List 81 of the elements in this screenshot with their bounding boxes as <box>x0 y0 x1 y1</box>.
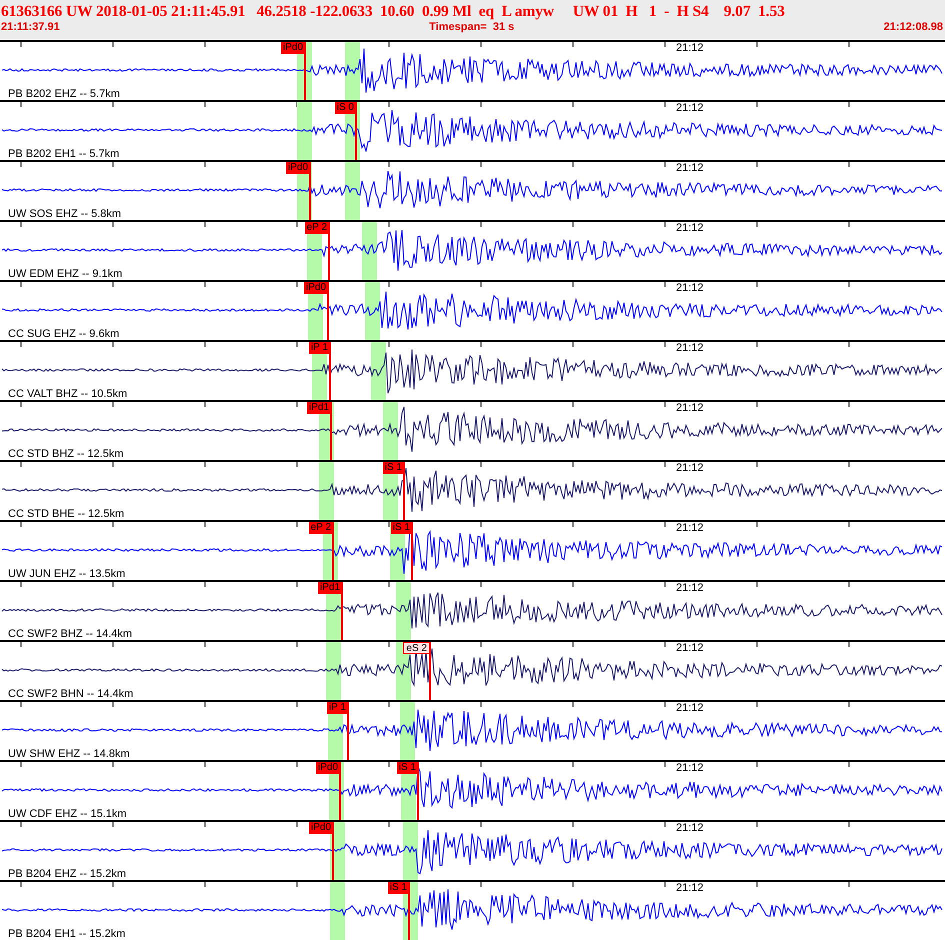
pick-window-band <box>396 582 411 640</box>
time-label: 21:12 <box>676 102 704 114</box>
time-label: 21:12 <box>676 42 704 54</box>
phase-pick-label[interactable]: iP 1 <box>308 342 330 354</box>
phase-pick-label[interactable]: eS 2 <box>403 642 430 654</box>
phase-pick-label[interactable]: eP 2 <box>308 522 333 534</box>
station-label: PB B202 EH1 -- 5.7km <box>8 148 120 160</box>
station-label: UW JUN EHZ -- 13.5km <box>8 568 126 580</box>
phase-pick-label[interactable]: iPd0 <box>304 282 328 294</box>
station-label: CC SUG EHZ -- 9.6km <box>8 328 120 340</box>
phase-pick-label[interactable]: iPd0 <box>286 162 310 174</box>
station-label: UW CDF EHZ -- 15.1km <box>8 808 127 820</box>
time-label: 21:12 <box>676 462 704 474</box>
end-time: 21:12:08.98 <box>884 21 943 34</box>
station-label: PB B204 EH1 -- 15.2km <box>8 928 126 940</box>
pick-window-band <box>326 642 341 700</box>
pick-window-band <box>345 162 360 220</box>
phase-pick-label[interactable]: iPd1 <box>318 582 342 594</box>
station-label: UW SOS EHZ -- 5.8km <box>8 208 122 220</box>
pick-line <box>304 42 306 100</box>
station-label: CC SWF2 BHZ -- 14.4km <box>8 628 132 640</box>
station-label: CC SWF2 BHN -- 14.4km <box>8 688 134 700</box>
time-label: 21:12 <box>676 822 704 834</box>
station-label: CC STD BHE -- 12.5km <box>8 508 124 520</box>
pick-line <box>328 222 330 280</box>
phase-pick-label[interactable]: iS 1 <box>390 522 412 534</box>
phase-pick-label[interactable]: iPd0 <box>280 42 305 54</box>
pick-window-band <box>403 822 418 880</box>
phase-pick-label[interactable]: iPd0 <box>316 762 340 774</box>
pick-window-band <box>365 282 380 340</box>
pick-window-band <box>383 402 398 460</box>
phase-pick-label[interactable]: iS 0 <box>334 102 356 114</box>
pick-line <box>341 582 343 640</box>
phase-pick-label[interactable]: iS 1 <box>382 462 404 474</box>
pick-line <box>403 462 405 520</box>
time-label: 21:12 <box>676 402 704 414</box>
phase-pick-label[interactable]: iPd0 <box>308 822 333 834</box>
pick-line <box>355 102 357 160</box>
station-label: CC VALT BHZ -- 10.5km <box>8 388 128 400</box>
phase-pick-label[interactable]: eP 2 <box>304 222 329 234</box>
phase-pick-label[interactable]: iS 1 <box>396 762 418 774</box>
station-label: PB B202 EHZ -- 5.7km <box>8 88 120 100</box>
time-label: 21:12 <box>676 282 704 294</box>
station-label: UW EDM EHZ -- 9.1km <box>8 268 122 280</box>
phase-pick-label[interactable]: iS 1 <box>388 882 409 894</box>
station-label: PB B204 EHZ -- 15.2km <box>8 868 126 880</box>
time-label: 21:12 <box>676 702 704 714</box>
time-label: 21:12 <box>676 882 704 894</box>
pick-window-band <box>400 702 415 760</box>
pick-line <box>332 522 334 580</box>
pick-line <box>330 402 332 460</box>
pick-window-band <box>371 342 386 400</box>
start-time: 21:11:37.91 <box>1 21 60 34</box>
pick-line <box>329 342 331 400</box>
pick-line <box>332 822 334 880</box>
time-label: 21:12 <box>676 642 704 654</box>
time-label: 21:12 <box>676 762 704 774</box>
pick-line <box>309 162 311 220</box>
pick-line <box>429 642 431 700</box>
time-label: 21:12 <box>676 222 704 234</box>
time-label: 21:12 <box>676 162 704 174</box>
pick-line <box>347 702 349 760</box>
pick-line <box>327 282 329 340</box>
time-label: 21:12 <box>676 342 704 354</box>
phase-pick-label[interactable]: iP 1 <box>326 702 348 714</box>
station-label: CC STD BHZ -- 12.5km <box>8 448 124 460</box>
phase-pick-label[interactable]: iPd1 <box>306 402 331 414</box>
pick-window-band <box>319 462 334 520</box>
station-label: UW SHW EHZ -- 14.8km <box>8 748 130 760</box>
pick-window-band <box>330 882 345 940</box>
pick-line <box>417 762 419 820</box>
pick-line <box>339 762 341 820</box>
time-label: 21:12 <box>676 582 704 594</box>
time-label: 21:12 <box>676 522 704 534</box>
pick-line <box>408 882 410 940</box>
event-summary: 61363166 UW 2018-01-05 21:11:45.91 46.2518 -122.0633 10.60 0.99 Ml eq L amyw UW 01 H 1 - H S4 9.07 1.53 <box>1 2 786 21</box>
pick-window-band <box>345 42 360 100</box>
pick-window-band <box>362 222 377 280</box>
timespan: Timespan= 31 s <box>429 21 514 34</box>
pick-window-band <box>297 102 312 160</box>
pick-line <box>411 522 413 580</box>
